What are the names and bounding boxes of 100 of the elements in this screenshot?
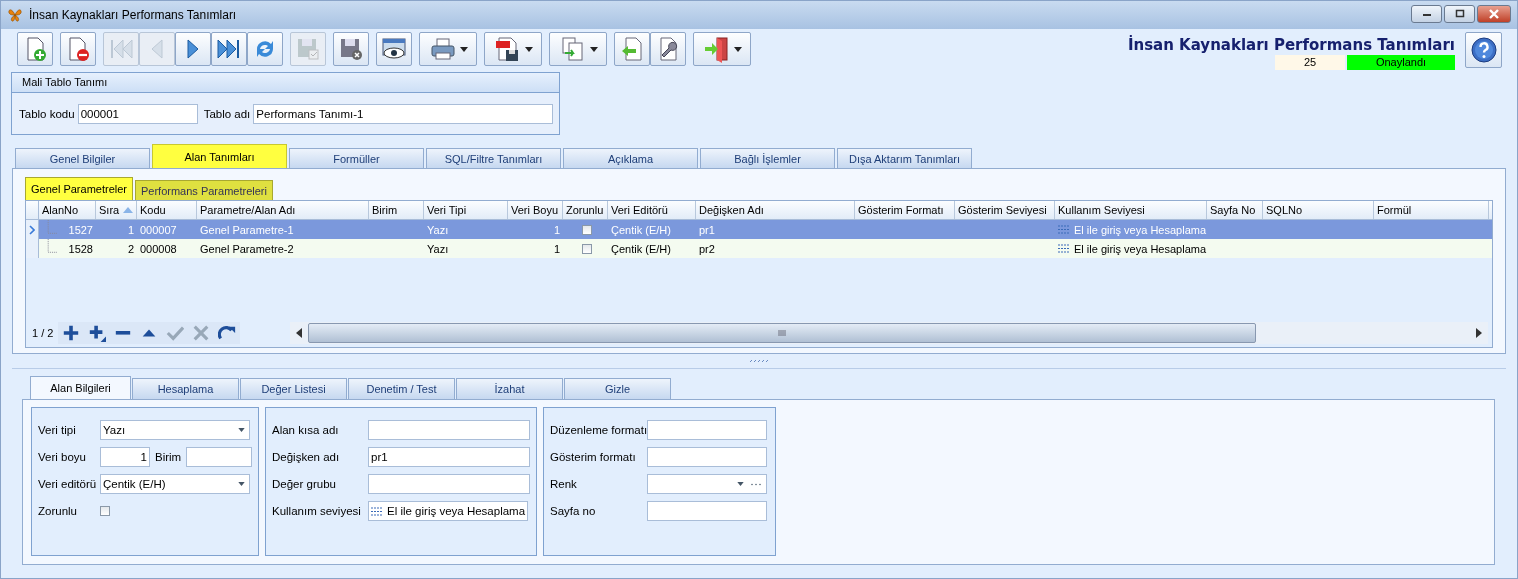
field-label: Veri editörü [38,478,98,490]
column-header[interactable]: SQLNo [1263,201,1374,219]
table-cell: 1 [127,223,134,236]
splitter-grip-icon[interactable] [749,359,769,363]
column-header[interactable]: Veri Boyu [508,201,563,219]
column-header[interactable]: Gösterim Seviyesi [955,201,1055,219]
horizontal-scrollbar[interactable] [290,322,1488,344]
close-button[interactable] [1477,5,1511,23]
tab[interactable]: Genel Parametreler [25,177,133,200]
tab[interactable]: Formüller [289,148,424,168]
column-header[interactable]: Veri Tipi [424,201,508,219]
field-label: Tablo adı [203,107,251,120]
preview-button[interactable] [376,32,412,66]
pdf-button[interactable] [484,32,542,66]
help-icon [1469,36,1498,64]
tab[interactable]: Açıklama [563,148,698,168]
checkbox[interactable] [582,243,592,254]
scroll-left-icon[interactable] [296,328,302,338]
tab[interactable]: Alan Tanımları [152,144,287,168]
column-header[interactable]: Veri Editörü [608,201,696,219]
exit-button[interactable] [693,32,751,66]
print-button[interactable] [419,32,477,66]
column-header[interactable]: Değişken Adı [696,201,855,219]
column-header[interactable]: Kodu [137,201,197,219]
import-button[interactable] [614,32,650,66]
table-cell: El ile giriş veya Hesaplama [1074,242,1207,255]
tab[interactable]: Bağlı İşlemler [700,148,835,168]
column-header[interactable]: Birim [369,201,424,219]
dropdown-arrow-icon [238,482,245,486]
refresh-button[interactable] [247,32,283,66]
column-label: Gösterim Seviyesi [958,204,1047,216]
delete-button[interactable] [60,32,96,66]
tab[interactable]: Gizle [564,378,671,399]
tab[interactable]: Performans Parametreleri [135,180,273,200]
input-field[interactable] [368,474,530,494]
column-label: SQLNo [1266,204,1303,216]
column-label: Veri Boyu [511,204,559,216]
minimize-button[interactable] [1411,5,1442,23]
help-button[interactable] [1465,32,1502,68]
table-name-field[interactable]: Performans Tanımı-1 [253,103,554,124]
last-button[interactable] [211,32,247,66]
column-label: Gösterim Formatı [858,204,944,216]
tab[interactable]: Değer Listesi [240,378,347,399]
table-cell: Çentik (E/H) [611,223,671,236]
tab[interactable]: İzahat [456,378,563,399]
tab[interactable]: Genel Bilgiler [15,148,150,168]
table-cell: 000007 [140,223,177,236]
column-header[interactable]: Kullanım Seviyesi [1055,201,1207,219]
check-icon [166,324,184,342]
row-header[interactable] [26,220,39,239]
input-field[interactable] [368,420,530,440]
input-field[interactable] [186,447,253,467]
tab[interactable]: Hesaplama [132,378,239,399]
table-cell: 2 [127,242,134,255]
field-label: Renk [550,478,578,490]
ellipsis-icon[interactable] [750,482,762,486]
maximize-button[interactable] [1444,5,1475,23]
export-button[interactable] [549,32,607,66]
input-field[interactable] [647,420,767,440]
input-field[interactable]: 1 [100,447,150,467]
dropdown-arrow-icon [459,46,468,52]
table-cell: pr1 [699,223,715,236]
column-header[interactable]: Formül [1374,201,1489,219]
column-header[interactable]: Gösterim Formatı [855,201,955,219]
cancel-button[interactable] [333,32,369,66]
column-header[interactable]: Parametre/Alan Adı [197,201,369,219]
checkbox[interactable] [100,506,110,516]
table-cell: 1528 [68,242,93,255]
column-header[interactable]: AlanNo [39,201,96,219]
column-label: Sayfa No [1210,204,1256,216]
column-label: Veri Tipi [427,204,467,216]
column-header[interactable]: Zorunlu [563,201,608,219]
settings-button[interactable] [650,32,686,66]
tab[interactable]: SQL/Filtre Tanımları [426,148,561,168]
dropdown-field[interactable]: Çentik (E/H) [100,474,250,494]
sort-arrow-icon [123,207,133,213]
form-title: İnsan Kaynakları Performans Tanımları [1127,36,1455,54]
dropdown-field[interactable]: Yazı [100,420,250,440]
new-button[interactable] [17,32,53,66]
list-icon [1058,244,1070,253]
checkbox[interactable] [582,224,592,235]
column-label: Değişken Adı [699,204,764,216]
column-header[interactable]: Sayfa No [1207,201,1263,219]
color-picker-field[interactable] [647,474,767,494]
input-field[interactable]: pr1 [368,447,530,467]
dropdown-field[interactable]: El ile giriş veya Hesaplama [368,501,528,521]
scroll-right-icon[interactable] [1476,328,1482,338]
table-row[interactable]: 1528 2 000008 Genel Parametre-2 Yazı 1 Çentik (E/H) pr2 El ile giriş veya Hesaplama [26,239,1492,258]
input-field[interactable] [647,501,767,521]
tab[interactable]: Denetim / Test [348,378,455,399]
tab[interactable]: Alan Bilgileri [30,376,131,399]
tab[interactable]: Dışa Aktarım Tanımları [837,148,972,168]
next-button[interactable] [175,32,211,66]
table-code-field[interactable]: 000001 [77,103,198,124]
table-cell: 1 [553,242,560,255]
table-cell: Genel Parametre-1 [200,223,294,236]
group-title: Mali Tablo Tanımı [12,73,559,93]
field-label: Veri tipi [38,424,77,436]
column-header[interactable]: Sıra [96,201,137,219]
input-field[interactable] [647,447,767,467]
